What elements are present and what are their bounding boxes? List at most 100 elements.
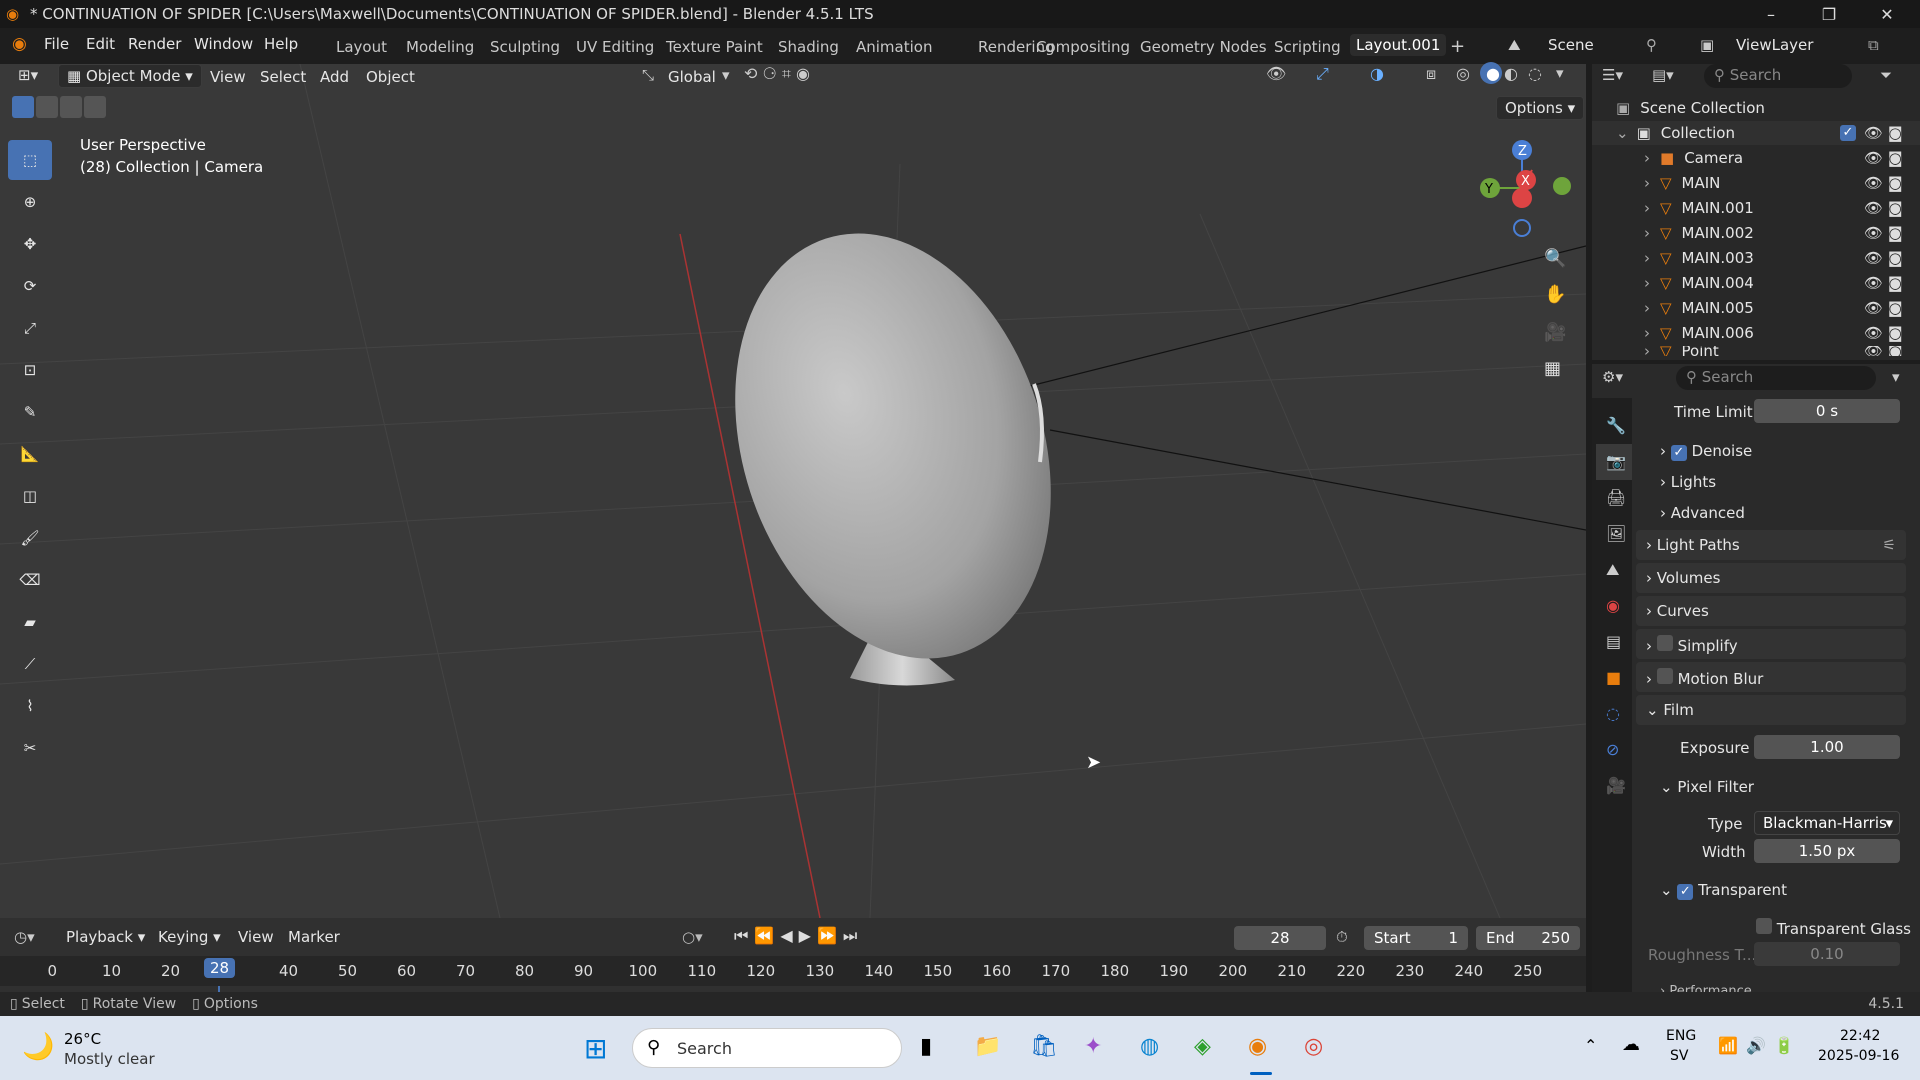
properties-search-field[interactable]: ⚲ Search	[1676, 366, 1876, 390]
transparent-glass-row[interactable]: Transparent Glass	[1756, 918, 1911, 938]
camera-data-tab-icon[interactable]: 🎥	[1606, 768, 1632, 804]
denoise-checkbox[interactable]: ✓	[1670, 445, 1687, 461]
lang-primary[interactable]: ENG	[1666, 1028, 1696, 1044]
tab-sculpting[interactable]: Sculpting	[490, 38, 560, 56]
playback-controls[interactable]: ⏮⏪◀▶⏩⏭	[734, 926, 863, 946]
advanced-row[interactable]: › Advanced	[1660, 504, 1745, 522]
eye-icon[interactable]: 👁	[1864, 224, 1883, 242]
clock-time[interactable]: 22:42	[1840, 1028, 1880, 1044]
transparent-glass-checkbox[interactable]	[1756, 918, 1772, 934]
end-frame-field[interactable]: End 250	[1476, 926, 1580, 950]
scene-name[interactable]: Scene	[1548, 36, 1594, 54]
timeline-view-menu[interactable]: View	[238, 928, 274, 946]
tab-compositing[interactable]: Compositing	[1036, 38, 1130, 56]
eye-icon[interactable]: 👁	[1864, 199, 1883, 217]
filter-type-dropdown[interactable]: Blackman-Harris ▾	[1754, 811, 1900, 835]
render-camera-icon[interactable]: ◙	[1888, 224, 1903, 242]
store-icon[interactable]: 🛍	[1030, 1034, 1058, 1059]
outliner-item-main-005[interactable]: › ▽ MAIN.005 👁 ◙	[1592, 296, 1920, 320]
eye-icon[interactable]: 👁	[1864, 324, 1883, 342]
gizmo-neg-z[interactable]	[1513, 219, 1531, 237]
maximize-button[interactable]: ❐	[1806, 0, 1852, 28]
jump-end-icon[interactable]: ⏭	[843, 926, 863, 945]
render-camera-icon[interactable]: ◙	[1888, 174, 1903, 192]
tab-geometry-nodes[interactable]: Geometry Nodes	[1140, 38, 1267, 56]
tab-modeling[interactable]: Modeling	[406, 38, 474, 56]
edge-icon[interactable]: ◍	[1140, 1034, 1159, 1059]
tab-uv-editing[interactable]: UV Editing	[576, 38, 654, 56]
render-camera-icon[interactable]: ◙	[1888, 124, 1903, 142]
select-intersect-icon[interactable]	[84, 96, 106, 118]
expand-chevron-icon[interactable]: ›	[1644, 324, 1650, 342]
blender-menu-icon[interactable]: ◉	[12, 34, 27, 54]
object-tab-icon[interactable]: ■	[1606, 660, 1632, 696]
pin-icon[interactable]: ⚲	[1646, 36, 1657, 54]
simplify-panel[interactable]: › Simplify	[1636, 629, 1906, 659]
eye-icon[interactable]: 👁	[1864, 346, 1883, 356]
outliner-item-main-003[interactable]: › ▽ MAIN.003 👁 ◙	[1592, 246, 1920, 270]
outliner-item-main[interactable]: › ▽ MAIN 👁 ◙	[1592, 171, 1920, 195]
menu-edit[interactable]: Edit	[86, 35, 115, 53]
scene-tab-icon[interactable]: ⛰	[1606, 552, 1632, 588]
rendered-shading-icon[interactable]: ◌	[1528, 64, 1542, 83]
viewport-view-menu[interactable]: View	[210, 68, 246, 86]
pivot-icon[interactable]: ⟲ ⚆ ⌗ ◉	[744, 64, 810, 84]
weather-desc[interactable]: Mostly clear	[64, 1050, 155, 1068]
transparent-row[interactable]: ⌄ ✓ Transparent	[1660, 881, 1787, 900]
tab-animation[interactable]: Animation	[856, 38, 932, 56]
select-subtract-icon[interactable]	[60, 96, 82, 118]
properties-chevron-icon[interactable]: ▾	[1892, 368, 1900, 386]
render-tab-icon[interactable]: 📷	[1596, 444, 1632, 480]
add-cube-tool[interactable]: ◫	[8, 476, 52, 516]
erase-tool[interactable]: ⌫	[8, 560, 52, 600]
stopwatch-icon[interactable]: ⏱	[1336, 928, 1348, 946]
start-windows-icon[interactable]: ⊞	[584, 1032, 607, 1065]
selection-mode-buttons[interactable]	[12, 96, 122, 120]
eye-icon[interactable]: 👁	[1864, 249, 1883, 267]
polyline-tool[interactable]: ⌇	[8, 686, 52, 726]
jump-start-icon[interactable]: ⏮	[734, 926, 754, 945]
exclude-checkbox[interactable]: ✓	[1840, 125, 1856, 141]
copilot-icon[interactable]: ✦	[1084, 1034, 1102, 1059]
collection-tab-icon[interactable]: ▤	[1606, 624, 1632, 660]
lang-secondary[interactable]: SV	[1670, 1048, 1688, 1064]
outliner-item-main-004[interactable]: › ▽ MAIN.004 👁 ◙	[1592, 271, 1920, 295]
measure-tool[interactable]: 📐	[8, 434, 52, 474]
roughness-field[interactable]: 0.10	[1754, 942, 1900, 966]
render-camera-icon[interactable]: ◙	[1888, 199, 1903, 217]
line-tool[interactable]: ⟋	[8, 644, 52, 684]
width-field[interactable]: 1.50 px	[1754, 839, 1900, 863]
onedrive-icon[interactable]: ☁	[1622, 1034, 1640, 1055]
weather-temp[interactable]: 26°C	[64, 1030, 101, 1048]
eye-icon[interactable]: 👁	[1864, 274, 1883, 292]
expand-chevron-icon[interactable]: ›	[1644, 274, 1650, 292]
annotate-tool[interactable]: ✎	[8, 392, 52, 432]
tab-layout-001[interactable]: Layout.001	[1350, 34, 1447, 56]
battery-icon[interactable]: 🔋	[1774, 1036, 1794, 1055]
taskbar-search[interactable]: ⚲ Search	[632, 1028, 902, 1068]
world-tab-icon[interactable]: ◉	[1606, 588, 1632, 624]
playback-menu[interactable]: Playback ▾	[66, 928, 145, 946]
transform-tool[interactable]: ⊡	[8, 350, 52, 390]
xray-icon[interactable]: ⧈	[1426, 64, 1436, 84]
editor-type-icon[interactable]: ⊞▾	[18, 66, 38, 84]
timeline-editor-icon[interactable]: ◷▾	[14, 928, 35, 946]
outliner-item-camera[interactable]: › ■ Camera 👁 ◙	[1592, 146, 1920, 170]
pan-hand-icon[interactable]: ✋	[1544, 284, 1566, 305]
playhead-frame-label[interactable]: 28	[204, 958, 236, 978]
motion-blur-panel[interactable]: › Motion Blur	[1636, 662, 1906, 692]
time-limit-field[interactable]: 0 s	[1754, 399, 1900, 423]
weather-icon[interactable]: 🌙	[22, 1032, 54, 1062]
ortho-grid-icon[interactable]: ▦	[1544, 358, 1561, 379]
upwork-icon[interactable]: ◈	[1194, 1034, 1211, 1059]
expand-chevron-icon[interactable]: ›	[1644, 174, 1650, 192]
keying-menu[interactable]: Keying ▾	[158, 928, 221, 946]
tab-scripting[interactable]: Scripting	[1274, 38, 1341, 56]
gizmo-toggle-icon[interactable]: ⤢	[1316, 64, 1329, 84]
outliner-collection[interactable]: ⌄ ▣ Collection ✓ 👁 ◙	[1592, 121, 1920, 145]
start-frame-field[interactable]: Start 1	[1364, 926, 1468, 950]
select-new-icon[interactable]	[12, 96, 34, 118]
camera-view-icon[interactable]: 🎥	[1544, 322, 1566, 343]
eye-icon[interactable]: 👁	[1864, 299, 1883, 317]
play-reverse-icon[interactable]: ◀	[780, 926, 798, 945]
